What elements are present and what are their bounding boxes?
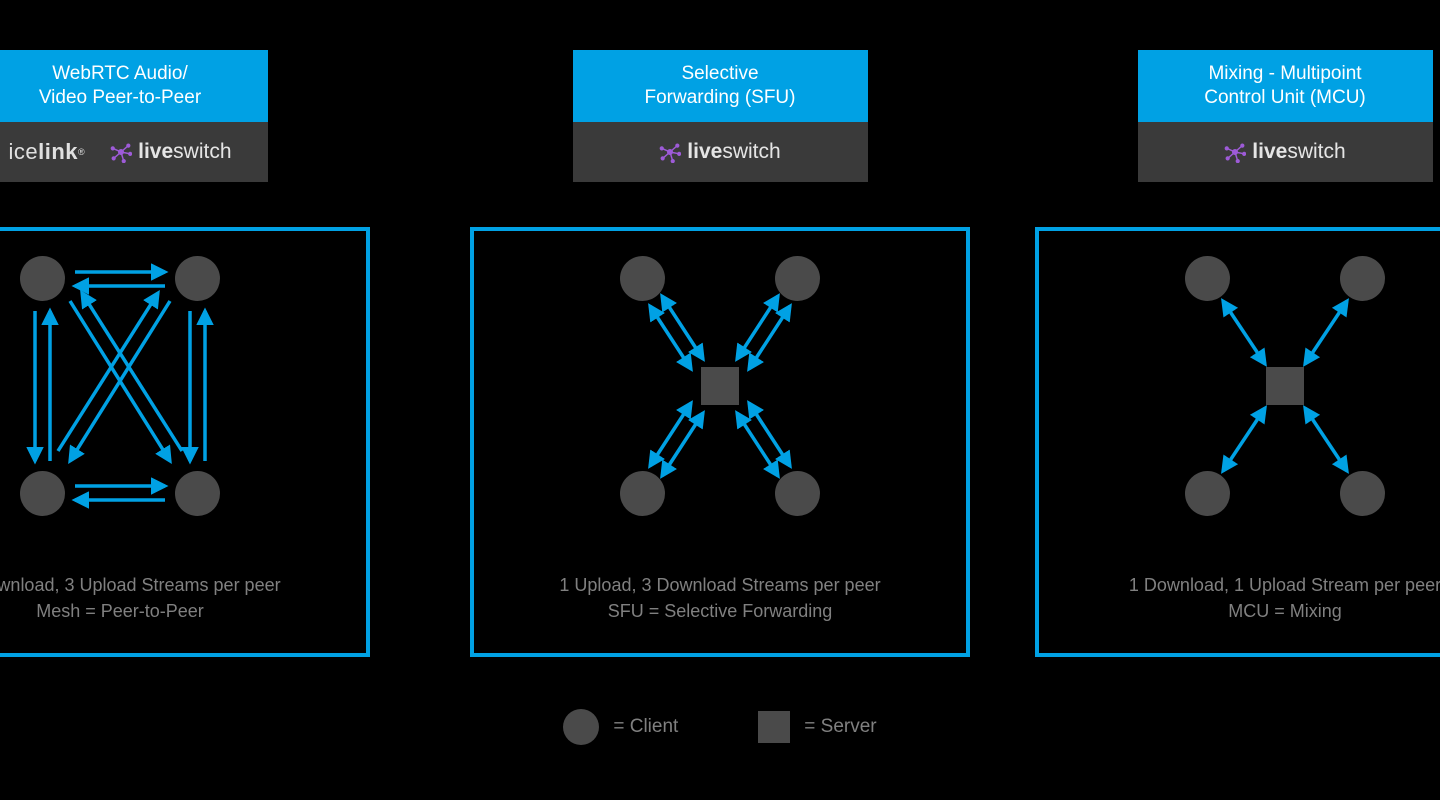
client-node-icon <box>1340 256 1385 301</box>
panel-header: SelectiveForwarding (SFU) <box>573 50 868 122</box>
liveswitch-icon <box>1224 141 1246 163</box>
legend-client: = Client <box>563 709 678 745</box>
legend-server: = Server <box>758 711 876 743</box>
client-node-icon <box>775 471 820 516</box>
panel-sfu: SelectiveForwarding (SFU) liveswitch <box>470 50 970 657</box>
panel-title: WebRTC Audio/Video Peer-to-Peer <box>39 63 201 108</box>
mcu-topology <box>1155 256 1415 516</box>
topology-box: 3 Download, 3 Upload Streams per peer Me… <box>0 227 370 657</box>
panel-title: SelectiveForwarding (SFU) <box>645 63 796 108</box>
panel-mesh: WebRTC Audio/Video Peer-to-Peer icelink®… <box>0 50 370 657</box>
sfu-topology <box>590 256 850 516</box>
panel-header: WebRTC Audio/Video Peer-to-Peer <box>0 50 268 122</box>
client-node-icon <box>1185 471 1230 516</box>
panel-title: Mixing - MultipointControl Unit (MCU) <box>1204 63 1366 108</box>
liveswitch-logo: liveswitch <box>1224 140 1345 164</box>
server-node-icon <box>1266 367 1304 405</box>
connector-arrow <box>0 182 370 227</box>
legend: = Client = Server <box>0 709 1440 745</box>
liveswitch-icon <box>110 141 132 163</box>
topology-box: 1 Download, 1 Upload Stream per peer MCU… <box>1035 227 1440 657</box>
server-node-icon <box>701 367 739 405</box>
client-node-icon <box>620 471 665 516</box>
client-node-icon <box>775 256 820 301</box>
topology-box: 1 Upload, 3 Download Streams per peer SF… <box>470 227 970 657</box>
logo-bar: icelink® liveswitch <box>0 122 268 182</box>
panel-caption: 1 Download, 1 Upload Stream per peer MCU… <box>1039 572 1440 624</box>
panel-mcu: Mixing - MultipointControl Unit (MCU) li… <box>1035 50 1440 657</box>
mesh-topology <box>0 256 250 516</box>
client-node-icon <box>620 256 665 301</box>
panel-caption: 3 Download, 3 Upload Streams per peer Me… <box>0 572 366 624</box>
liveswitch-logo: liveswitch <box>110 140 231 164</box>
client-node-icon <box>1185 256 1230 301</box>
connector-arrow <box>470 182 970 227</box>
panel-header: Mixing - MultipointControl Unit (MCU) <box>1138 50 1433 122</box>
connector-arrow <box>1035 182 1440 227</box>
liveswitch-logo: liveswitch <box>659 140 780 164</box>
server-icon <box>758 711 790 743</box>
client-node-icon <box>175 471 220 516</box>
client-node-icon <box>20 256 65 301</box>
logo-bar: liveswitch <box>573 122 868 182</box>
panel-caption: 1 Upload, 3 Download Streams per peer SF… <box>474 572 966 624</box>
client-node-icon <box>1340 471 1385 516</box>
client-icon <box>563 709 599 745</box>
icelink-logo: icelink® <box>8 139 85 165</box>
logo-bar: liveswitch <box>1138 122 1433 182</box>
client-node-icon <box>175 256 220 301</box>
liveswitch-icon <box>659 141 681 163</box>
client-node-icon <box>20 471 65 516</box>
